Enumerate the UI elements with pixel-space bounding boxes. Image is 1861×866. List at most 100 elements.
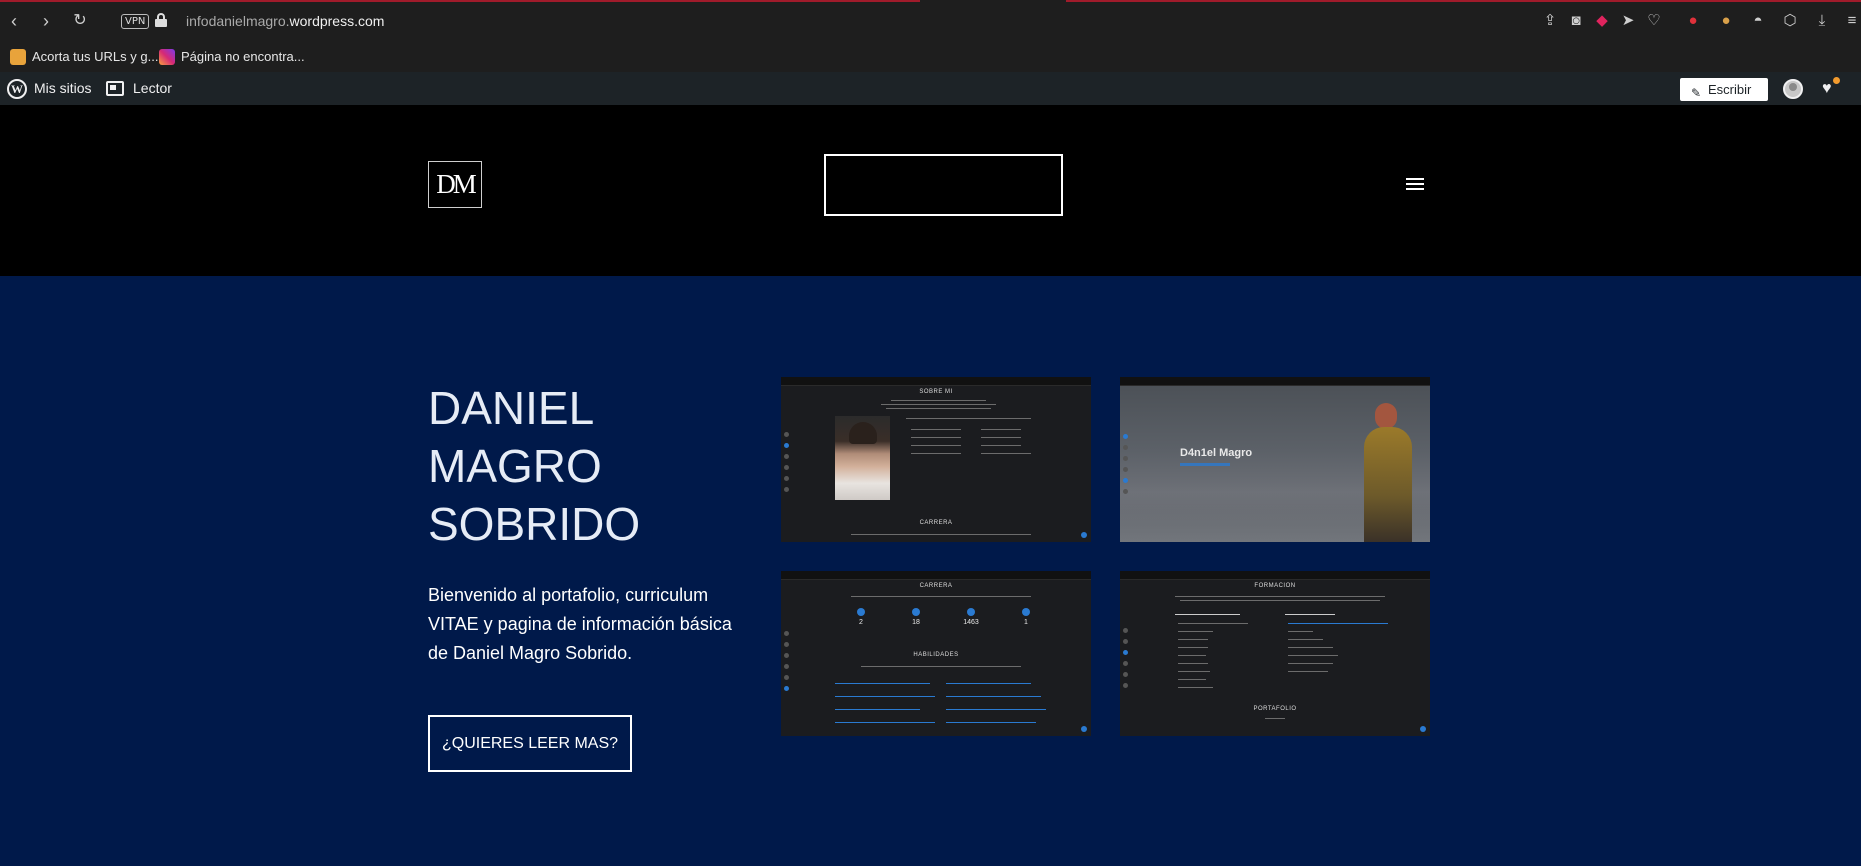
thumb-side-nav — [784, 432, 790, 498]
thumb-heading: FORMACION — [1254, 583, 1296, 589]
thumb-text-line — [1178, 631, 1213, 632]
thumb-text-line — [1178, 679, 1206, 680]
skill-bar — [835, 696, 935, 697]
stat-counter: 18 — [901, 608, 931, 626]
send-icon[interactable]: ➤ — [1618, 11, 1638, 31]
thumb-toolbar — [781, 377, 1091, 386]
hamburger-menu-icon[interactable] — [1406, 178, 1424, 190]
stat-counter: 1 — [1011, 608, 1041, 626]
hero-description: Bienvenido al portafolio, curriculum VIT… — [428, 585, 732, 663]
adblock-icon[interactable]: ● — [1683, 11, 1703, 31]
bookmark-favicon-icon — [10, 49, 26, 65]
pocket-icon[interactable]: ◆ — [1592, 11, 1612, 31]
url-prefix: infodanielmagro. — [186, 13, 290, 29]
hero-section: DANIEL MAGRO SOBRIDO Bienvenido al porta… — [0, 276, 1861, 866]
address-bar[interactable]: infodanielmagro.wordpress.com — [186, 13, 384, 29]
forward-icon[interactable]: › — [35, 10, 57, 32]
thumb-footer-heading: PORTAFOLIO — [1253, 706, 1297, 712]
thumb-text-line — [981, 445, 1021, 446]
stat-counter: 2 — [846, 608, 876, 626]
bookmark-label: Página no encontra... — [181, 49, 305, 64]
thumb-scroll-icon — [1420, 726, 1426, 732]
wordpress-logo-icon[interactable]: W — [7, 79, 27, 99]
thumb-text-line — [1175, 614, 1240, 615]
thumb-text-line — [1288, 631, 1313, 632]
person-photo — [1358, 403, 1418, 542]
screenshot-thumbnail-career[interactable]: CARRERA 2 18 1463 1 HABILIDADES — [781, 571, 1091, 736]
bookmark-label: Acorta tus URLs y g... — [32, 49, 159, 64]
download-icon[interactable]: ⤓ — [1812, 11, 1832, 31]
reader-icon[interactable] — [106, 81, 124, 96]
bookmark-item[interactable]: Acorta tus URLs y g... — [10, 48, 158, 66]
vpn-badge[interactable]: VPN — [121, 14, 150, 29]
thumb-scroll-icon — [1081, 726, 1087, 732]
thumb-toolbar — [1120, 377, 1430, 386]
pen-icon: ✎ — [1691, 86, 1702, 100]
camera-icon[interactable]: ◙ — [1566, 11, 1586, 31]
screenshot-thumbnail-education[interactable]: FORMACION PORTAFOLIO — [1120, 571, 1430, 736]
read-more-button[interactable]: ¿QUIERES LEER MAS? — [428, 715, 632, 772]
reload-icon[interactable]: ↻ — [69, 10, 91, 32]
write-button[interactable]: ✎ Escribir — [1680, 78, 1768, 101]
thumb-text-line — [1178, 663, 1208, 664]
thumb-text-line — [1288, 639, 1323, 640]
lock-icon[interactable] — [155, 13, 167, 27]
cookie-icon[interactable]: ● — [1716, 11, 1736, 31]
notification-dot — [1833, 77, 1840, 84]
thumb-toolbar — [1120, 571, 1430, 580]
thumb-text-line — [881, 404, 996, 405]
thumb-text-line — [1265, 718, 1285, 719]
thumb-text-line — [886, 408, 991, 409]
skill-bar — [835, 683, 930, 684]
profile-photo — [835, 416, 890, 500]
skill-bar — [946, 722, 1036, 723]
thumb-text-line — [1175, 596, 1385, 597]
thumb-text-line — [911, 445, 961, 446]
site-logo[interactable]: DM — [428, 161, 482, 208]
notifications-icon[interactable]: ♥ — [1822, 77, 1840, 98]
bookmark-item[interactable]: Página no encontra... — [159, 48, 305, 66]
thumb-text-line — [1288, 671, 1328, 672]
thumb-text-line — [1180, 600, 1380, 601]
thumb-text-line — [906, 418, 1031, 419]
thumb-footer-heading: CARRERA — [919, 520, 953, 526]
screenshot-thumbnail-about[interactable]: SOBRE MI CARRERA — [781, 377, 1091, 542]
thumb-text-line — [981, 453, 1031, 454]
header-empty-box[interactable] — [824, 154, 1063, 216]
share-icon[interactable]: ⇪ — [1540, 11, 1560, 31]
screenshot-thumbnail-home[interactable]: D4n1el Magro — [1120, 377, 1430, 542]
spy-extension-icon[interactable]: ◓ — [1748, 11, 1768, 31]
stat-counter: 1463 — [956, 608, 986, 626]
thumb-text-line — [1178, 647, 1208, 648]
thumb-text-line — [981, 437, 1021, 438]
site-header: DM — [0, 105, 1861, 276]
thumb-text-line — [911, 453, 961, 454]
thumb-text-line — [1285, 614, 1335, 615]
heart-icon[interactable]: ♡ — [1644, 11, 1664, 31]
thumb-text-line — [911, 437, 961, 438]
thumb-side-nav — [784, 631, 790, 697]
thumb-side-nav — [1123, 434, 1129, 500]
skill-bar — [946, 696, 1041, 697]
thumb-toolbar — [781, 571, 1091, 580]
cube-icon[interactable]: ⬡ — [1780, 11, 1800, 31]
wp-admin-bar: W Mis sitios Lector ✎ Escribir ♥ — [0, 72, 1861, 105]
reader-link[interactable]: Lector — [133, 72, 172, 105]
thumb-text-line — [1288, 663, 1333, 664]
my-sites-link[interactable]: Mis sitios — [34, 72, 92, 105]
thumb-subheading: HABILIDADES — [913, 652, 959, 658]
skill-bar — [835, 722, 935, 723]
thumb-text-line — [1178, 655, 1206, 656]
thumb-text-line — [851, 534, 1031, 535]
browser-toolbar: ‹ › ↻ VPN infodanielmagro.wordpress.com … — [0, 0, 1861, 42]
thumb-text-line — [1178, 639, 1208, 640]
avatar[interactable] — [1783, 79, 1803, 99]
menu-icon[interactable]: ≡ — [1842, 11, 1861, 31]
thumb-scroll-icon — [1081, 532, 1087, 538]
thumb-text-line — [1288, 623, 1388, 624]
thumb-side-nav — [1123, 628, 1129, 694]
thumb-text-line — [1288, 647, 1333, 648]
thumb-text-line — [1178, 623, 1248, 624]
tab-indicator — [1066, 0, 1861, 2]
back-icon[interactable]: ‹ — [3, 10, 25, 32]
